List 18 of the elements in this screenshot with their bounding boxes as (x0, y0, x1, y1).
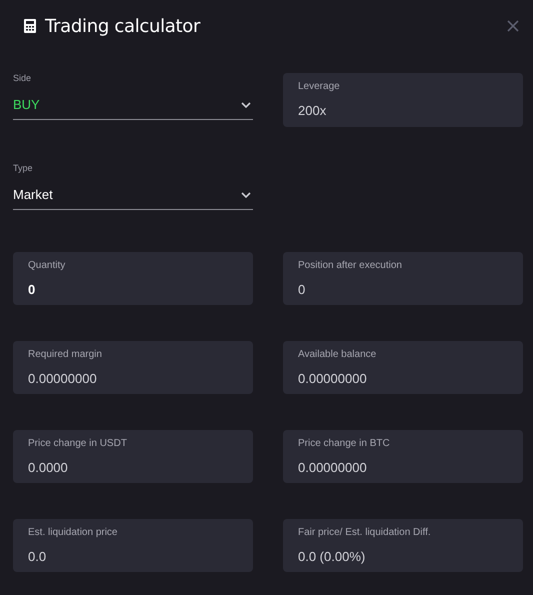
readonly-field: Available balance 0.00000000 (283, 341, 523, 394)
readonly-field: Fair price/ Est. liquidation Diff. 0.0 (0.00%) (283, 519, 523, 572)
chevron-down-icon (241, 102, 251, 108)
select-field[interactable]: Market (13, 173, 253, 210)
close-button[interactable] (505, 18, 521, 34)
select-field[interactable]: BUY (13, 83, 253, 120)
field-label: Type (13, 163, 33, 173)
readonly-field: Required margin 0.00000000 (13, 341, 253, 394)
calculator-icon (24, 19, 36, 33)
chevron-down-icon (241, 192, 251, 198)
field-label: Side (13, 73, 32, 83)
readonly-field: Position after execution 0 (283, 252, 523, 305)
readonly-field: Price change in BTC 0.00000000 (283, 430, 523, 483)
readonly-field: Price change in USDT 0.0000 (13, 430, 253, 483)
leverage-field[interactable]: Leverage 200x (283, 73, 523, 127)
readonly-field: Est. liquidation price 0.0 (13, 519, 253, 572)
dialog-title: Trading calculator (45, 16, 200, 36)
quantity-input[interactable]: Quantity 0 (13, 252, 253, 305)
